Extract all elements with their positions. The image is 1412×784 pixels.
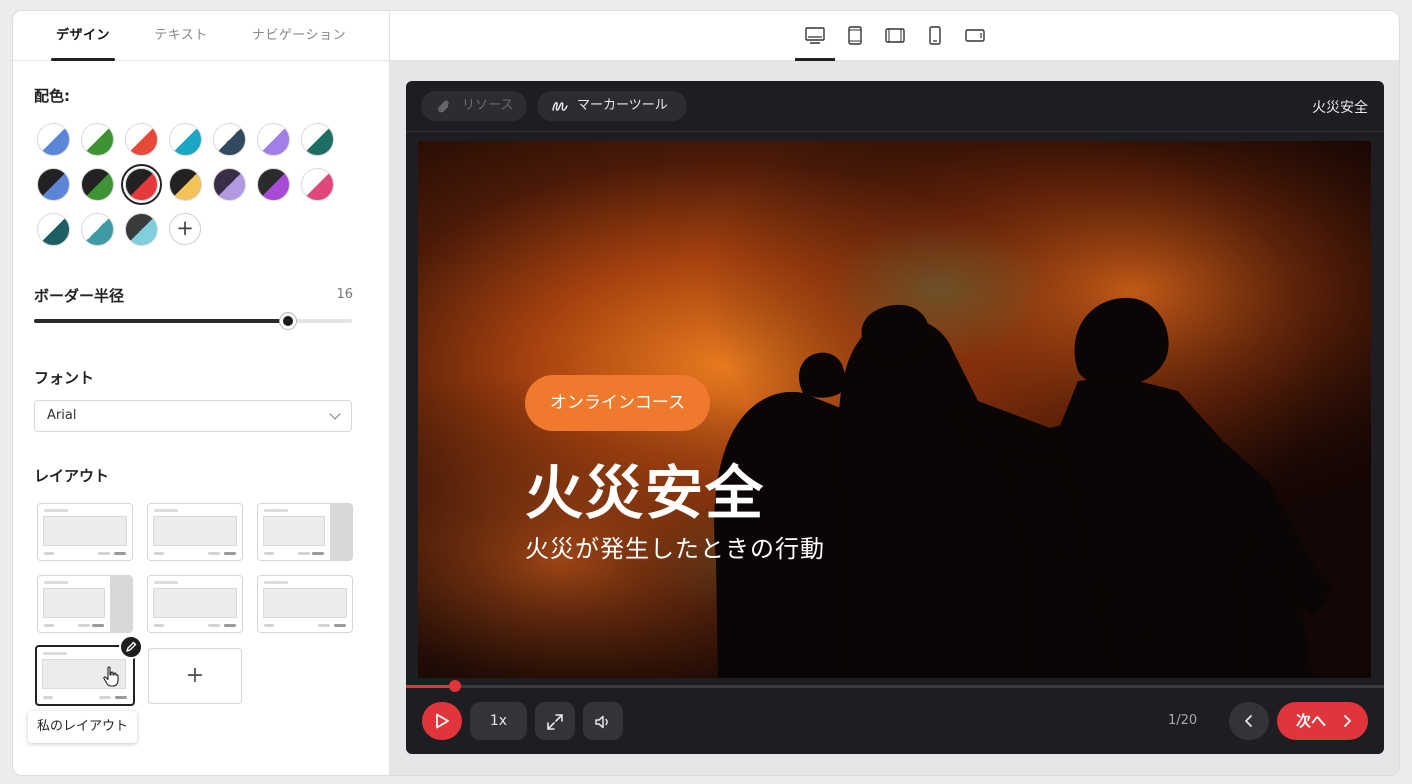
app-window: デザイン テキスト ナビゲーション 配色: + ボーダー半径 16 フォント A… <box>12 10 1400 776</box>
color-scheme-label: 配色: <box>34 87 70 105</box>
phone-portrait-icon <box>929 26 941 45</box>
speaker-icon <box>595 715 608 729</box>
font-select-value: Arial <box>47 408 77 423</box>
playback-speed-button[interactable]: 1x <box>470 702 527 740</box>
device-desktop-button[interactable] <box>795 21 835 61</box>
font-label: フォント <box>34 369 95 387</box>
previous-button[interactable] <box>1229 702 1269 740</box>
font-select[interactable]: Arial <box>34 400 352 432</box>
layout-label: レイアウト <box>34 467 110 485</box>
color-swatch[interactable] <box>213 168 246 201</box>
settings-sidebar: デザイン テキスト ナビゲーション 配色: + ボーダー半径 16 フォント A… <box>13 11 390 775</box>
progress-handle[interactable] <box>448 680 461 692</box>
slide-title: 火災安全 <box>525 459 766 527</box>
color-swatch[interactable] <box>213 123 246 156</box>
chevron-left-icon <box>1245 715 1252 727</box>
layout-tooltip: 私のレイアウト <box>28 711 138 743</box>
color-swatch[interactable] <box>301 168 334 201</box>
color-swatch[interactable] <box>37 168 70 201</box>
page-indicator: 1/20 <box>1168 713 1198 728</box>
sidebar-tabs: デザイン テキスト ナビゲーション <box>13 11 389 61</box>
progress-fill <box>406 685 455 688</box>
chevron-down-icon <box>329 408 341 420</box>
course-player: リソース マーカーツール 火災安全 オンラインコース 火災安全 火災が発生したと… <box>406 81 1384 754</box>
pencil-icon <box>126 641 137 652</box>
layout-option-4[interactable] <box>37 575 133 633</box>
color-swatch[interactable] <box>125 168 158 201</box>
slider-fill <box>34 319 289 323</box>
resources-label: リソース <box>462 98 514 113</box>
chevron-right-icon <box>1344 715 1351 727</box>
color-swatch[interactable] <box>257 123 290 156</box>
layout-option-1[interactable] <box>37 503 133 561</box>
course-title: 火災安全 <box>1312 100 1368 116</box>
slider-handle[interactable] <box>280 313 297 329</box>
play-button[interactable] <box>422 702 462 740</box>
next-button-label: 次へ <box>1296 712 1327 730</box>
color-swatch[interactable] <box>169 123 202 156</box>
device-toolbar <box>390 11 1399 61</box>
tab-design[interactable]: デザイン <box>51 11 115 61</box>
pointer-hand-icon <box>103 666 119 687</box>
progress-bar[interactable] <box>406 680 1384 692</box>
marker-tool-button[interactable]: マーカーツール <box>537 91 687 121</box>
paperclip-icon <box>438 100 449 113</box>
tab-navigation[interactable]: ナビゲーション <box>245 11 353 61</box>
color-swatch[interactable] <box>257 168 290 201</box>
play-icon <box>436 713 449 729</box>
color-swatch[interactable] <box>81 213 114 246</box>
layout-option-3[interactable] <box>257 503 353 561</box>
color-swatch[interactable] <box>37 213 70 246</box>
player-topbar: リソース マーカーツール 火災安全 <box>406 81 1384 132</box>
device-phone-landscape-button[interactable] <box>955 21 995 61</box>
device-tablet-portrait-button[interactable] <box>835 21 875 61</box>
add-layout-button[interactable]: + <box>148 648 242 704</box>
next-button[interactable]: 次へ <box>1277 702 1368 740</box>
color-swatch[interactable] <box>125 123 158 156</box>
edit-layout-button[interactable] <box>119 635 143 659</box>
expand-icon <box>547 714 563 730</box>
add-color-button[interactable]: + <box>169 213 201 245</box>
volume-button[interactable] <box>583 702 623 740</box>
color-swatch[interactable] <box>125 213 158 246</box>
fullscreen-button[interactable] <box>535 702 575 740</box>
tablet-portrait-icon <box>848 26 862 45</box>
tablet-landscape-icon <box>885 28 905 43</box>
color-swatch[interactable] <box>81 168 114 201</box>
slide-canvas: オンラインコース 火災安全 火災が発生したときの行動 <box>418 141 1371 678</box>
device-phone-portrait-button[interactable] <box>915 21 955 61</box>
device-tablet-landscape-button[interactable] <box>875 21 915 61</box>
marker-squiggle-icon <box>552 102 568 111</box>
color-swatch[interactable] <box>37 123 70 156</box>
marker-tool-label: マーカーツール <box>577 98 668 113</box>
border-radius-label: ボーダー半径 <box>34 287 125 305</box>
tab-text[interactable]: テキスト <box>146 11 216 61</box>
color-swatch[interactable] <box>169 168 202 201</box>
border-radius-slider[interactable] <box>34 313 352 329</box>
preview-area: リソース マーカーツール 火災安全 オンラインコース 火災安全 火災が発生したと… <box>390 11 1399 775</box>
resources-button[interactable]: リソース <box>421 91 527 121</box>
layout-option-6[interactable] <box>257 575 353 633</box>
layout-option-2[interactable] <box>147 503 243 561</box>
layout-option-5[interactable] <box>147 575 243 633</box>
slide-subtitle: 火災が発生したときの行動 <box>525 535 825 563</box>
phone-landscape-icon <box>965 29 985 42</box>
color-swatch[interactable] <box>301 123 334 156</box>
border-radius-value: 16 <box>336 287 353 302</box>
course-type-badge: オンラインコース <box>525 375 710 431</box>
desktop-icon <box>805 27 825 44</box>
color-swatch[interactable] <box>81 123 114 156</box>
